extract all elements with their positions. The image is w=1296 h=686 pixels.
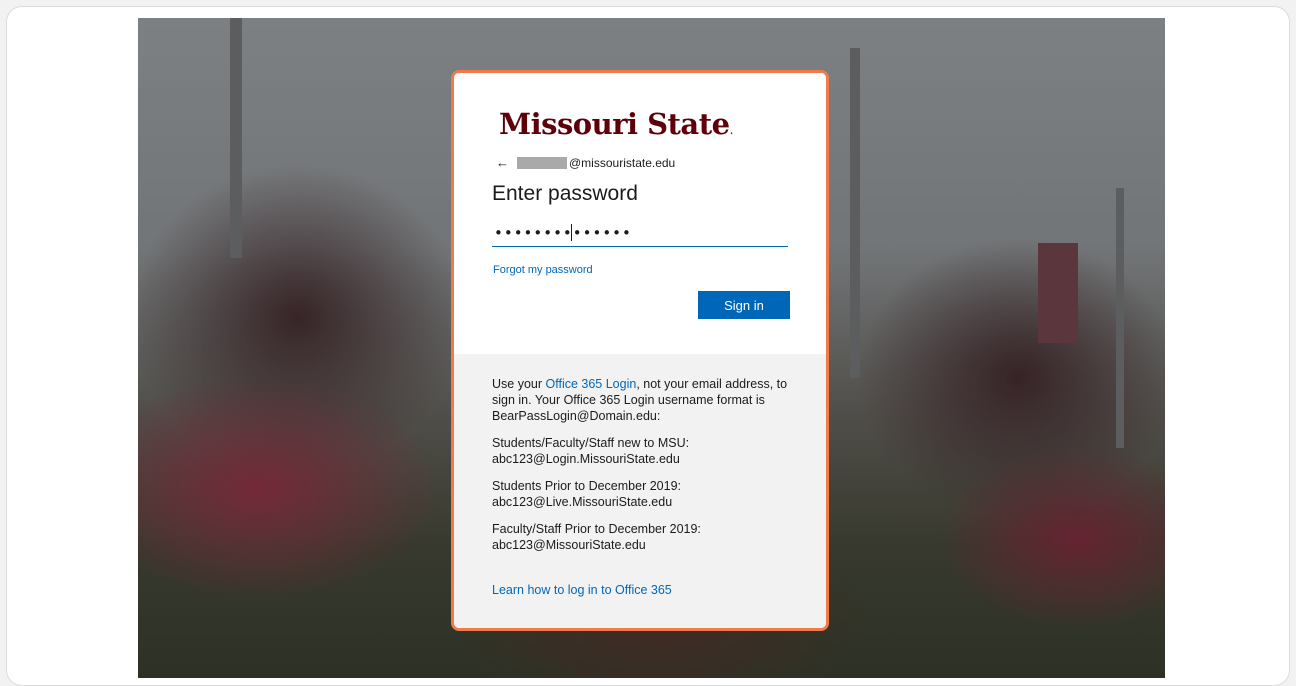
help-paragraph-format: Use your Office 365 Login, not your emai… xyxy=(492,376,798,424)
login-card: Missouri State. ← @missouristate.edu Ent… xyxy=(451,70,829,631)
missouri-state-logo: Missouri State. xyxy=(499,107,733,141)
help-paragraph-new: Students/Faculty/Staff new to MSU: abc123… xyxy=(492,435,798,467)
email-domain: @missouristate.edu xyxy=(569,155,676,170)
forgot-password-link[interactable]: Forgot my password xyxy=(493,264,593,276)
logo-mark: . xyxy=(729,123,734,137)
arrow-left-icon[interactable]: ← xyxy=(496,155,509,170)
help-text-before: Use your xyxy=(492,377,546,391)
help-students-format: abc123@Live.MissouriState.edu xyxy=(492,495,673,509)
redacted-username xyxy=(517,156,567,169)
help-text: Use your Office 365 Login, not your emai… xyxy=(492,376,798,564)
browser-frame: Missouri State. ← @missouristate.edu Ent… xyxy=(6,6,1290,686)
help-students-label: Students Prior to December 2019: xyxy=(492,479,681,493)
account-identity: ← @missouristate.edu xyxy=(496,155,675,170)
learn-office-365-link[interactable]: Learn how to log in to Office 365 xyxy=(492,583,672,597)
page-title: Enter password xyxy=(492,182,638,205)
logo-text: Missouri State xyxy=(499,107,730,141)
help-paragraph-students: Students Prior to December 2019: abc123@L… xyxy=(492,478,798,510)
office-365-login-link[interactable]: Office 365 Login xyxy=(546,377,637,391)
sign-in-button[interactable]: Sign in xyxy=(698,291,790,319)
password-field-container xyxy=(492,221,792,247)
text-caret xyxy=(571,224,572,241)
help-faculty-label: Faculty/Staff Prior to December 2019: xyxy=(492,522,701,536)
password-input[interactable] xyxy=(492,221,792,245)
login-panel: Missouri State. ← @missouristate.edu Ent… xyxy=(454,73,826,354)
help-paragraph-faculty: Faculty/Staff Prior to December 2019: abc… xyxy=(492,521,798,553)
help-new-label: Students/Faculty/Staff new to MSU: xyxy=(492,436,690,450)
help-new-format: abc123@Login.MissouriState.edu xyxy=(492,452,680,466)
help-faculty-format: abc123@MissouriState.edu xyxy=(492,538,646,552)
